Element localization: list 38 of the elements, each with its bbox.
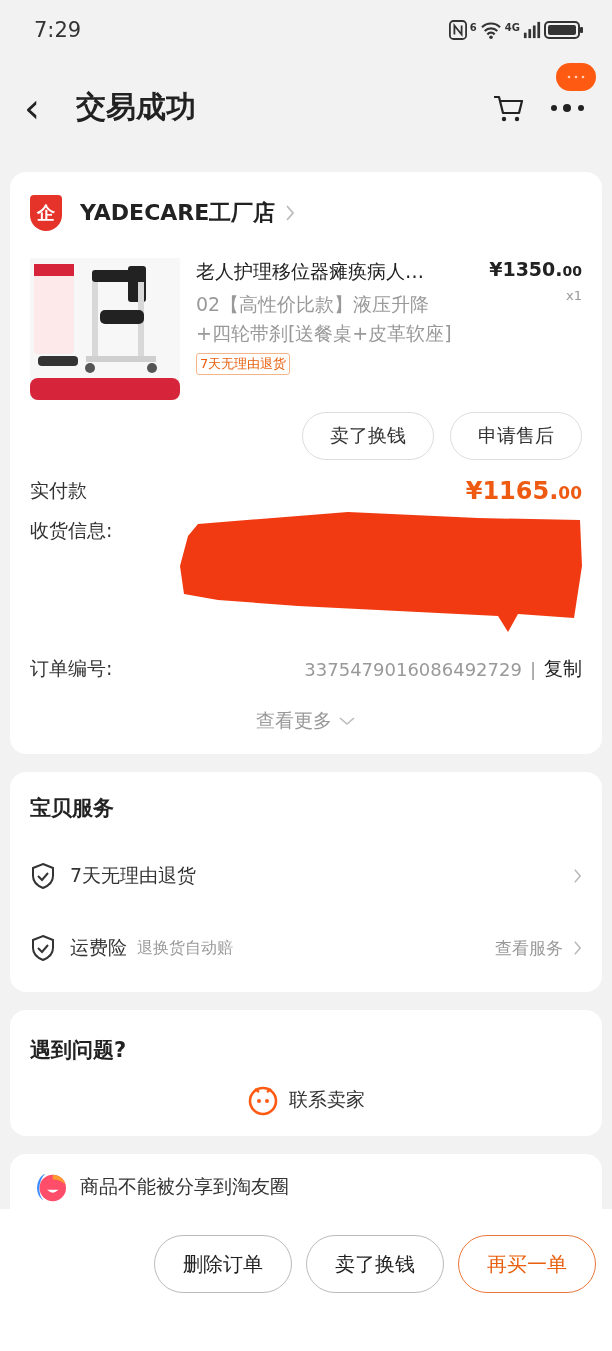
wifi-generation-label: 6: [469, 22, 477, 33]
service-name: 运费险: [70, 935, 127, 960]
separator: |: [529, 658, 536, 680]
order-number-label: 订单编号:: [30, 656, 113, 681]
battery-icon: [544, 20, 584, 40]
paid-amount: ¥1165.00: [465, 477, 582, 505]
wifi-icon: [479, 21, 502, 39]
product-variant: 02【高性价比款】液压升降+四轮带刹[送餐桌+皮革软座]: [196, 292, 453, 346]
shipping-label: 收货信息:: [30, 518, 113, 543]
shield-check-icon: [30, 862, 56, 890]
nfc-icon: [448, 20, 467, 40]
product-price: ¥1350.00: [489, 258, 582, 280]
section-title: 遇到问题?: [30, 1037, 128, 1064]
chevron-right-icon[interactable]: [573, 940, 582, 956]
network-type-label: 4G: [504, 22, 520, 33]
shop-name[interactable]: YADECARE工厂店: [80, 198, 276, 228]
chevron-right-icon[interactable]: [285, 204, 296, 222]
service-note: 退换货自动赔: [137, 937, 233, 959]
share-notice: 商品不能被分享到淘友圈: [80, 1174, 289, 1199]
product-title[interactable]: 老人护理移位器瘫痪病人…: [196, 258, 424, 284]
chevron-right-icon[interactable]: [573, 868, 582, 884]
page-title: 交易成功: [76, 88, 196, 126]
return-policy-tag: 7天无理由退货: [196, 353, 291, 375]
back-button[interactable]: ‹: [24, 87, 64, 128]
copy-link[interactable]: 复制: [544, 656, 582, 682]
section-title: 宝贝服务: [30, 795, 115, 822]
signal-icon: [523, 21, 541, 39]
shop-logo: 企: [30, 195, 62, 231]
shield-check-icon: [30, 934, 56, 962]
service-name: 7天无理由退货: [70, 863, 197, 888]
more-icon[interactable]: [550, 102, 586, 113]
chevron-down-icon: [338, 716, 356, 726]
paid-label: 实付款: [30, 478, 87, 503]
order-number: 3375479016086492729: [304, 658, 522, 680]
status-time: 7:29: [34, 18, 82, 42]
face-icon: [247, 1084, 279, 1116]
contact-seller-button[interactable]: 联系卖家: [247, 1084, 365, 1116]
quantity: x1: [566, 288, 582, 303]
